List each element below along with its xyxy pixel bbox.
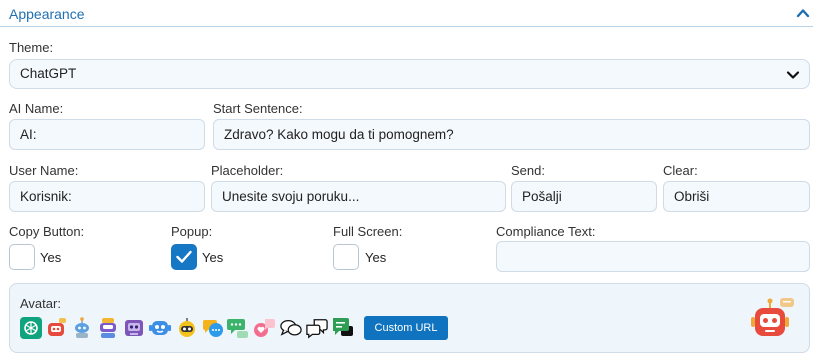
chat-green-icon[interactable]: [227, 317, 249, 339]
full-screen-option: Yes: [365, 250, 387, 265]
robot-blue-icon[interactable]: [149, 317, 171, 339]
placeholder-input[interactable]: Unesite svoju poruku...: [211, 181, 506, 212]
theme-label: Theme:: [9, 40, 54, 55]
user-name-label: User Name:: [9, 163, 79, 178]
chatgpt-logo-icon[interactable]: [20, 317, 42, 339]
chevron-up-icon[interactable]: [796, 6, 810, 20]
ai-name-input[interactable]: AI:: [9, 119, 205, 150]
custom-url-button[interactable]: Custom URL: [364, 316, 448, 340]
compliance-text-label: Compliance Text:: [496, 224, 596, 239]
chat-heart-icon[interactable]: [253, 317, 275, 339]
chevron-down-icon: [786, 71, 800, 79]
compliance-text-input[interactable]: [496, 241, 810, 272]
theme-select[interactable]: ChatGPT: [9, 59, 810, 89]
popup-label: Popup:: [171, 224, 213, 239]
full-screen-label: Full Screen:: [333, 224, 403, 239]
chat-outline-icon[interactable]: [280, 317, 302, 339]
ai-name-label: AI Name:: [9, 101, 64, 116]
checkmark-icon: [176, 250, 192, 263]
copy-button-checkbox[interactable]: [9, 244, 35, 270]
clear-label: Clear:: [663, 163, 698, 178]
user-name-input[interactable]: Korisnik:: [9, 181, 205, 212]
avatar-panel: Avatar: Custom URL: [9, 283, 810, 353]
placeholder-label: Placeholder:: [211, 163, 284, 178]
appearance-section-header[interactable]: Appearance: [0, 0, 813, 27]
clear-input[interactable]: Obriši: [663, 181, 810, 212]
robot-yellow-icon[interactable]: [176, 317, 198, 339]
full-screen-checkbox[interactable]: [333, 244, 359, 270]
send-input[interactable]: Pošalji: [511, 181, 657, 212]
chat-bubbles-color-icon[interactable]: [202, 317, 224, 339]
start-sentence-label: Start Sentence:: [213, 101, 303, 116]
robot-red-preview-icon: [751, 298, 794, 336]
section-title: Appearance: [9, 6, 85, 22]
robot-red-icon[interactable]: [45, 317, 67, 339]
copy-button-label: Copy Button:: [9, 224, 85, 239]
popup-checkbox[interactable]: [171, 244, 197, 270]
robot-purple-icon[interactable]: [97, 317, 119, 339]
avatar-label: Avatar:: [20, 296, 61, 311]
chat-outline-double-icon[interactable]: [306, 317, 328, 339]
robot-antenna-icon[interactable]: [71, 317, 93, 339]
chat-green-lines-icon[interactable]: [332, 317, 354, 339]
theme-value: ChatGPT: [20, 66, 77, 81]
popup-option: Yes: [202, 250, 224, 265]
robot-square-icon[interactable]: [123, 317, 145, 339]
copy-button-option: Yes: [40, 250, 62, 265]
send-label: Send:: [511, 163, 545, 178]
start-sentence-input[interactable]: Zdravo? Kako mogu da ti pomognem?: [213, 119, 810, 150]
